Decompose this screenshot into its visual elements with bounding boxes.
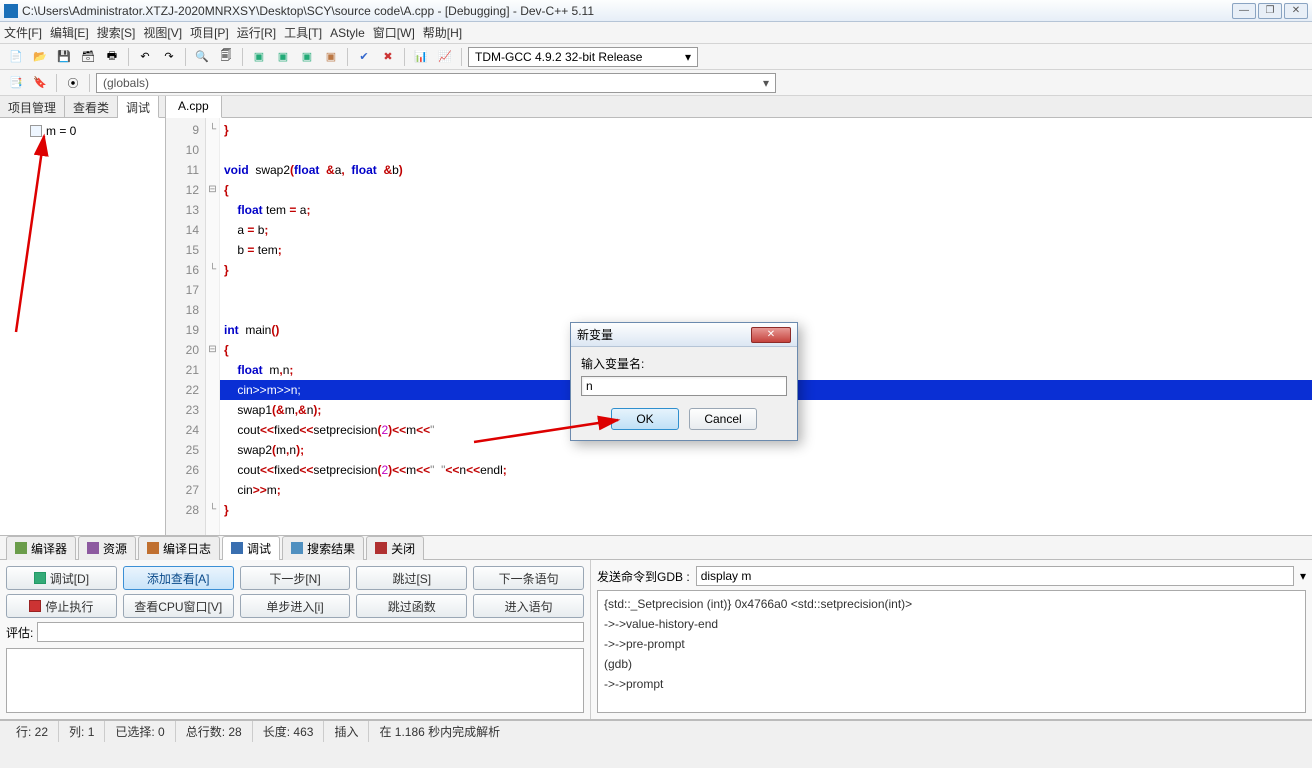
annotation-arrow — [4, 122, 94, 342]
replace-icon[interactable]: 🗐 — [216, 47, 236, 67]
debug-icon[interactable]: ✔ — [354, 47, 374, 67]
sidebar-tab[interactable]: 查看类 — [65, 96, 118, 117]
watch-var-icon — [30, 125, 42, 137]
output-tab[interactable]: 关闭 — [366, 536, 424, 560]
title-bar: C:\Users\Administrator.XTZJ-2020MNRXSY\D… — [0, 0, 1312, 22]
watch-item-label: m = 0 — [46, 124, 76, 138]
output-tab[interactable]: 资源 — [78, 536, 136, 560]
dialog-ok-button[interactable]: OK — [611, 408, 679, 430]
gdb-label: 发送命令到GDB : — [597, 568, 690, 585]
gdb-log[interactable]: {std::_Setprecision (int)} 0x4766a0 <std… — [597, 590, 1306, 713]
debug-button[interactable]: 进入语句 — [473, 594, 584, 618]
status-sel: 已选择: 0 — [105, 721, 175, 742]
profile-icon[interactable]: 📊 — [411, 47, 431, 67]
debug-button[interactable]: 调试[D] — [6, 566, 117, 590]
stop-icon[interactable]: ✖ — [378, 47, 398, 67]
debug-button[interactable]: 单步进入[i] — [240, 594, 351, 618]
menu-item[interactable]: 搜索[S] — [97, 24, 136, 41]
status-mode: 插入 — [324, 721, 369, 742]
watch-item[interactable]: m = 0 — [6, 122, 159, 140]
debug-button[interactable]: 停止执行 — [6, 594, 117, 618]
menu-bar: 文件[F] 编辑[E] 搜索[S] 视图[V] 项目[P] 运行[R] 工具[T] AStyl… — [0, 22, 1312, 44]
menu-item[interactable]: 项目[P] — [190, 24, 229, 41]
menu-item[interactable]: 文件[F] — [4, 24, 42, 41]
maximize-button[interactable]: ❐ — [1258, 3, 1282, 19]
debug-button[interactable]: 跳过函数 — [356, 594, 467, 618]
compiler-selector[interactable]: TDM-GCC 4.9.2 32-bit Release▾ — [468, 47, 698, 67]
status-len: 长度: 463 — [253, 721, 325, 742]
print-icon[interactable]: 🖶 — [102, 47, 122, 67]
secondary-toolbar: 📑 🔖 ⦿ (globals)▾ — [0, 70, 1312, 96]
menu-item[interactable]: AStyle — [330, 26, 365, 40]
find-icon[interactable]: 🔍 — [192, 47, 212, 67]
status-total: 总行数: 28 — [176, 721, 253, 742]
rebuild-icon[interactable]: ▣ — [321, 47, 341, 67]
editor-tabs: A.cpp — [166, 96, 1312, 118]
debug-panel: 调试[D]添加查看[A]下一步[N]跳过[S]下一条语句 停止执行查看CPU窗口… — [0, 560, 1312, 720]
gdb-dropdown-icon[interactable]: ▾ — [1300, 569, 1306, 583]
debug-button[interactable]: 下一步[N] — [240, 566, 351, 590]
globals-dropdown[interactable]: (globals)▾ — [96, 73, 776, 93]
gdb-input[interactable]: display m — [696, 566, 1294, 586]
close-button[interactable]: ✕ — [1284, 3, 1308, 19]
eval-output[interactable] — [6, 648, 584, 713]
output-tab[interactable]: 搜索结果 — [282, 536, 364, 560]
watch-panel: m = 0 — [0, 118, 165, 535]
menu-item[interactable]: 视图[V] — [143, 24, 182, 41]
main-toolbar: 📄 📂 💾 🗃 🖶 ↶ ↷ 🔍 🗐 ▣ ▣ ▣ ▣ ✔ ✖ 📊 📈 TDM-GC… — [0, 44, 1312, 70]
compile-run-icon[interactable]: ▣ — [297, 47, 317, 67]
open-icon[interactable]: 📂 — [30, 47, 50, 67]
sidebar-tab[interactable]: 项目管理 — [0, 96, 65, 117]
new-variable-dialog: 新变量 ✕ 输入变量名: n OK Cancel — [570, 322, 798, 441]
undo-icon[interactable]: ↶ — [135, 47, 155, 67]
debug-button[interactable]: 查看CPU窗口[V] — [123, 594, 234, 618]
minimize-button[interactable]: — — [1232, 3, 1256, 19]
eval-input[interactable] — [37, 622, 584, 642]
dialog-cancel-button[interactable]: Cancel — [689, 408, 757, 430]
output-tab[interactable]: 编译器 — [6, 536, 76, 560]
dialog-input[interactable]: n — [581, 376, 787, 396]
save-icon[interactable]: 💾 — [54, 47, 74, 67]
eval-label: 评估: — [6, 624, 33, 641]
debug-button[interactable]: 跳过[S] — [356, 566, 467, 590]
bookmark-icon[interactable]: 🔖 — [30, 73, 50, 93]
status-line: 行: 22 — [6, 721, 59, 742]
dialog-prompt: 输入变量名: — [581, 355, 787, 372]
menu-item[interactable]: 帮助[H] — [423, 24, 462, 41]
menu-item[interactable]: 工具[T] — [284, 24, 322, 41]
sidebar: 项目管理查看类调试 m = 0 — [0, 96, 166, 535]
menu-item[interactable]: 运行[R] — [237, 24, 276, 41]
status-parse: 在 1.186 秒内完成解析 — [369, 721, 1306, 742]
output-tabs: 编译器资源编译日志调试搜索结果关闭 — [0, 536, 1312, 560]
sidebar-tabs: 项目管理查看类调试 — [0, 96, 165, 118]
output-tab[interactable]: 编译日志 — [138, 536, 220, 560]
status-bar: 行: 22 列: 1 已选择: 0 总行数: 28 长度: 463 插入 在 1… — [0, 720, 1312, 742]
status-col: 列: 1 — [59, 721, 105, 742]
breakpoint-icon[interactable]: ⦿ — [63, 73, 83, 93]
goto-icon[interactable]: 📑 — [6, 73, 26, 93]
dialog-close-button[interactable]: ✕ — [751, 327, 791, 343]
app-icon — [4, 4, 18, 18]
run-icon[interactable]: ▣ — [273, 47, 293, 67]
debug-button[interactable]: 下一条语句 — [473, 566, 584, 590]
compile-icon[interactable]: ▣ — [249, 47, 269, 67]
dialog-title: 新变量 — [577, 326, 751, 343]
sidebar-tab[interactable]: 调试 — [118, 96, 159, 118]
chart-icon[interactable]: 📈 — [435, 47, 455, 67]
menu-item[interactable]: 编辑[E] — [50, 24, 89, 41]
window-title: C:\Users\Administrator.XTZJ-2020MNRXSY\D… — [22, 4, 1232, 18]
save-all-icon[interactable]: 🗃 — [78, 47, 98, 67]
output-tab[interactable]: 调试 — [222, 536, 280, 560]
redo-icon[interactable]: ↷ — [159, 47, 179, 67]
debug-button[interactable]: 添加查看[A] — [123, 566, 234, 590]
editor-area: A.cpp 9101112131415161718192021222324252… — [166, 96, 1312, 535]
editor-tab[interactable]: A.cpp — [166, 96, 222, 118]
menu-item[interactable]: 窗口[W] — [373, 24, 415, 41]
new-file-icon[interactable]: 📄 — [6, 47, 26, 67]
